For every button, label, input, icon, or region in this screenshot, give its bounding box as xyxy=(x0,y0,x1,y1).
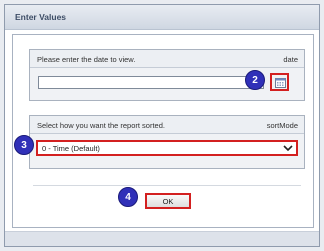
dialog-footer xyxy=(5,231,319,246)
calendar-icon xyxy=(275,78,286,88)
step-marker-4: 4 xyxy=(118,187,138,207)
dialog-titlebar: Enter Values xyxy=(5,5,319,30)
ok-button[interactable]: OK xyxy=(145,193,191,209)
date-input[interactable] xyxy=(38,76,264,89)
sort-panel-header: Select how you want the report sorted. s… xyxy=(30,116,304,134)
sort-mode-select[interactable]: 0 - Time (Default) xyxy=(36,140,298,156)
date-param-name: date xyxy=(283,55,298,64)
date-prompt: Please enter the date to view. xyxy=(37,55,136,64)
step-marker-2: 2 xyxy=(245,70,265,90)
chevron-down-icon xyxy=(283,145,293,152)
calendar-button[interactable] xyxy=(270,73,289,91)
divider xyxy=(33,185,301,186)
sort-mode-selected-value: 0 - Time (Default) xyxy=(42,144,100,153)
step-marker-3: 3 xyxy=(14,135,34,155)
sort-prompt: Select how you want the report sorted. xyxy=(37,121,165,130)
sort-parameter-panel: Select how you want the report sorted. s… xyxy=(29,115,305,169)
sort-param-name: sortMode xyxy=(266,121,298,130)
date-panel-header: Please enter the date to view. date xyxy=(30,50,304,68)
dialog-title: Enter Values xyxy=(15,12,67,22)
enter-values-dialog: Enter Values Please enter the date to vi… xyxy=(4,4,320,247)
